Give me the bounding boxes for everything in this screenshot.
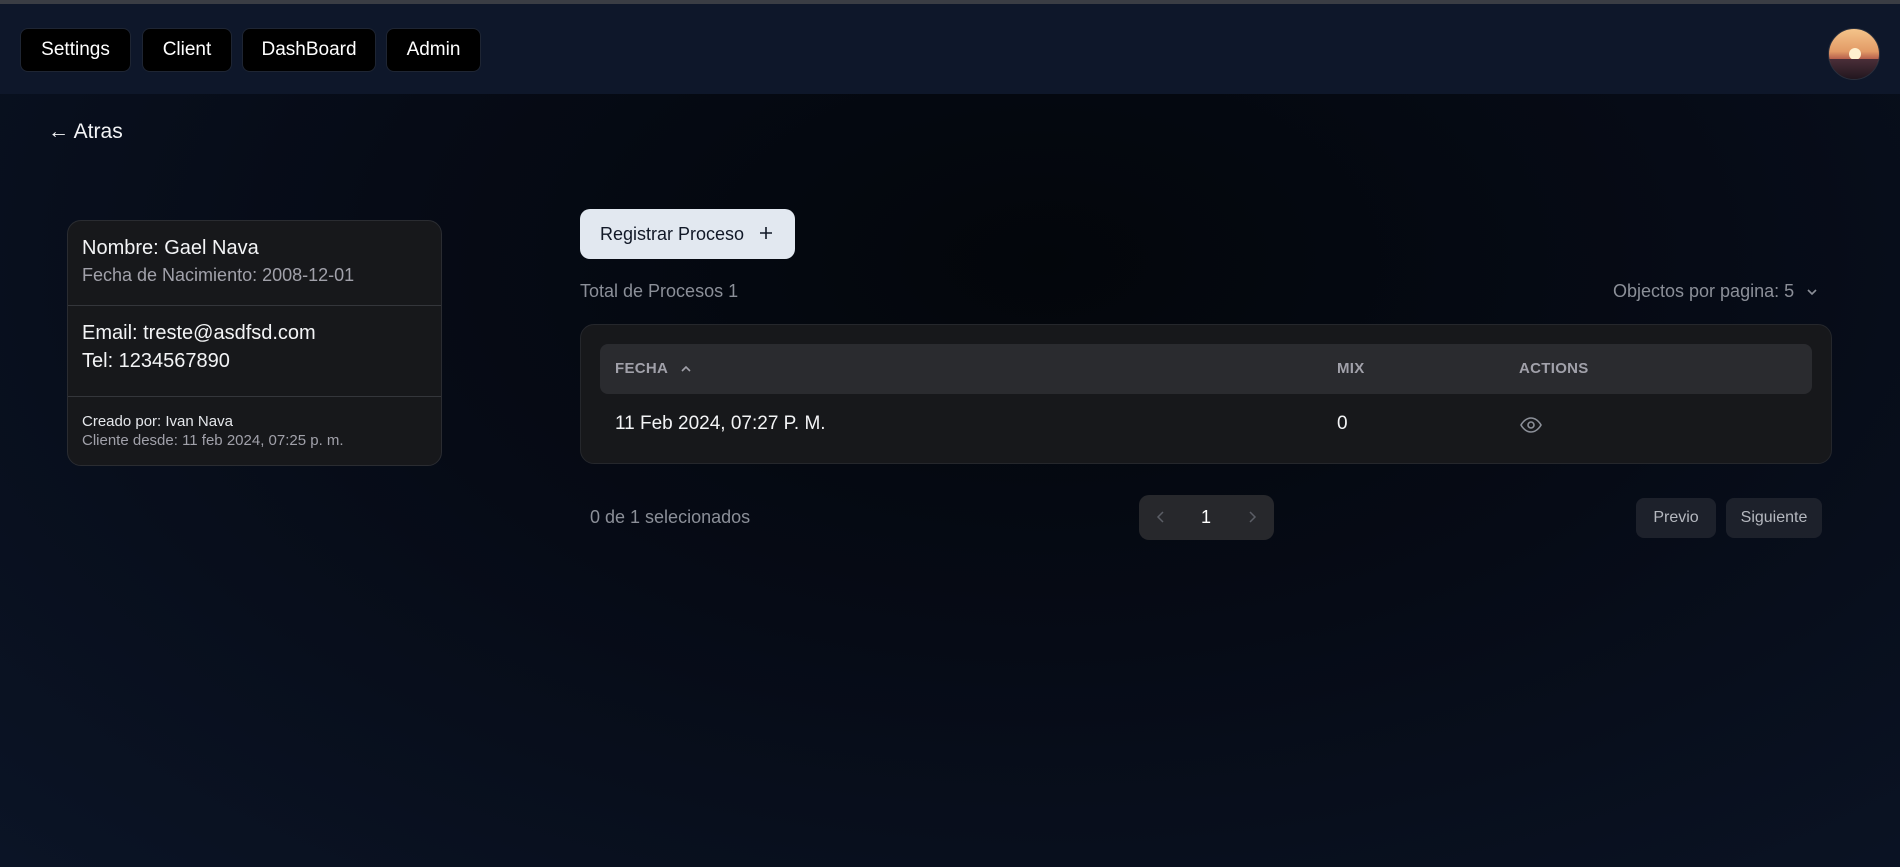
- selected-count: 0 de 1 selecionados: [590, 507, 751, 527]
- admin-button[interactable]: Admin: [386, 28, 481, 72]
- client-since: Cliente desde: 11 feb 2024, 07:25 p. m.: [82, 432, 344, 449]
- actions-column-header: ACTIONS: [1519, 360, 1589, 377]
- previous-button[interactable]: Previo: [1636, 498, 1716, 538]
- items-per-page-select[interactable]: Objectos por pagina: 5: [1613, 281, 1818, 302]
- settings-button[interactable]: Settings: [20, 28, 131, 72]
- back-link[interactable]: ← Atras: [48, 120, 123, 144]
- chevron-down-icon: [1807, 288, 1817, 295]
- total-processes: Total de Procesos 1: [580, 281, 739, 301]
- fecha-header-label: FECHA: [615, 360, 668, 377]
- chevron-up-icon: [681, 365, 691, 372]
- register-process-label: Registrar Proceso: [600, 223, 745, 244]
- plus-icon: [758, 220, 774, 247]
- items-per-page-label: Objectos por pagina: 5: [1613, 281, 1795, 301]
- register-process-button[interactable]: Registrar Proceso: [580, 209, 795, 259]
- table-header: FECHA MIX ACTIONS: [600, 344, 1812, 394]
- chevron-right-icon[interactable]: [1244, 509, 1260, 525]
- page-number-button[interactable]: 1: [1201, 507, 1211, 528]
- client-phone: Tel: 1234567890: [82, 350, 230, 372]
- navbar: Settings Client DashBoard Admin: [0, 4, 1900, 94]
- client-info-card: Nombre: Gael Nava Fecha de Nacimiento: 2…: [67, 220, 442, 466]
- client-contact-section: Email: treste@asdfsd.com Tel: 1234567890: [68, 306, 441, 396]
- dashboard-button[interactable]: DashBoard: [242, 28, 376, 72]
- fecha-column-header[interactable]: FECHA: [615, 360, 692, 377]
- mix-column-header: MIX: [1337, 360, 1365, 377]
- row-mix: 0: [1337, 413, 1348, 434]
- client-email: Email: treste@asdfsd.com: [82, 322, 316, 344]
- created-by: Creado por: Ivan Nava: [82, 413, 233, 430]
- client-name: Nombre: Gael Nava: [82, 237, 259, 259]
- landscape-graphic: [1829, 59, 1879, 79]
- eye-icon[interactable]: [1519, 413, 1543, 437]
- next-button[interactable]: Siguiente: [1726, 498, 1822, 538]
- pagination: 1: [1139, 495, 1274, 540]
- client-button[interactable]: Client: [142, 28, 232, 72]
- avatar[interactable]: [1828, 28, 1880, 80]
- row-fecha: 11 Feb 2024, 07:27 P. M.: [615, 413, 826, 434]
- client-birthdate: Fecha de Nacimiento: 2008-12-01: [82, 265, 355, 285]
- client-identity-section: Nombre: Gael Nava Fecha de Nacimiento: 2…: [68, 221, 441, 305]
- process-table: FECHA MIX ACTIONS 11 Feb 2024, 07:27 P. …: [580, 324, 1832, 464]
- chevron-left-icon[interactable]: [1153, 509, 1169, 525]
- client-meta-section: Creado por: Ivan Nava Cliente desde: 11 …: [68, 397, 441, 449]
